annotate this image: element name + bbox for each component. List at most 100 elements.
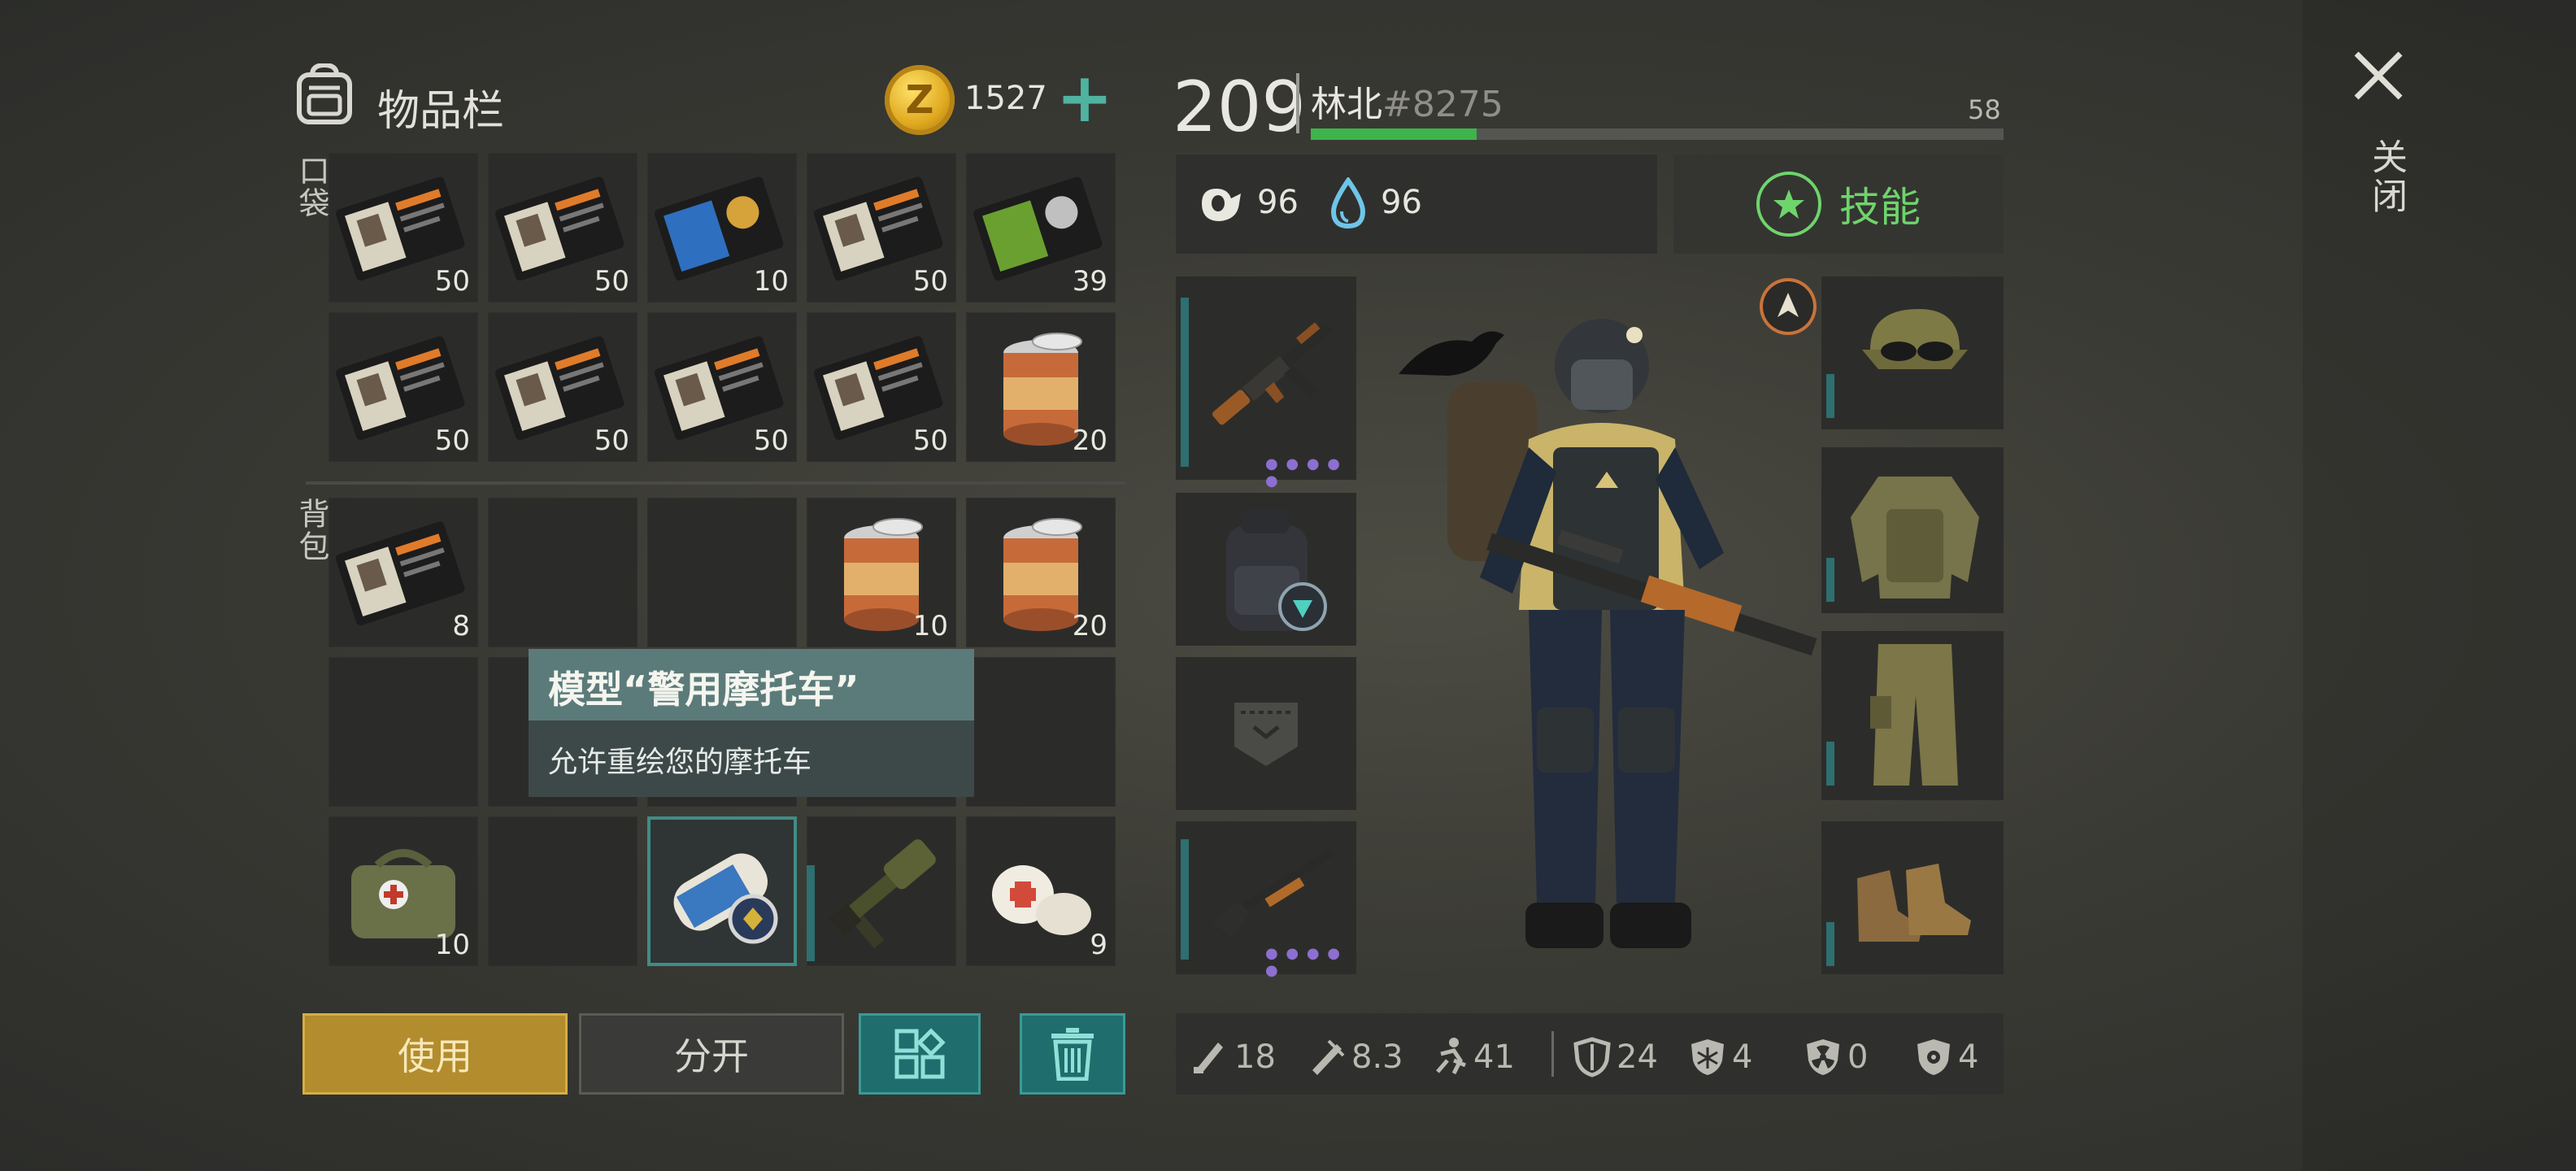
- stat-radiation-resist: 0: [1804, 1036, 1868, 1078]
- tooltip-header: 模型“警用摩托车”: [529, 649, 974, 720]
- stat-cold-resist: 4: [1688, 1036, 1752, 1078]
- durability-bar: [1181, 298, 1189, 467]
- stat-value: 4: [1732, 1038, 1753, 1076]
- backpack-slot[interactable]: 10: [807, 498, 956, 647]
- camo-cap-icon: [1862, 309, 1968, 369]
- item-quantity: 20: [1072, 424, 1107, 457]
- stat-infection-resist: 4: [1914, 1036, 1978, 1078]
- backpack-slot[interactable]: [966, 657, 1116, 807]
- camo-jacket-icon: [1851, 477, 1979, 599]
- player-level: 209: [1173, 67, 1307, 148]
- grid-sort-icon: [894, 1028, 946, 1079]
- equip-head-slot[interactable]: [1821, 276, 2004, 429]
- item-quantity: 8: [452, 610, 470, 642]
- pocket-slot[interactable]: 20: [966, 312, 1116, 462]
- pocket-slot[interactable]: 50: [807, 312, 956, 462]
- boots-icon: [1857, 864, 1971, 942]
- backpack-slot[interactable]: 10: [329, 816, 478, 966]
- stat-value: 8.3: [1351, 1038, 1403, 1076]
- item-quantity: 39: [1072, 265, 1107, 298]
- infection-resist-icon: [1917, 1039, 1950, 1075]
- inventory-title: 物品栏: [377, 87, 505, 136]
- item-quantity: 50: [594, 265, 629, 298]
- equip-secondary-weapon-slot[interactable]: ● ● ● ● ●: [1176, 821, 1356, 979]
- hunger-icon: [1202, 189, 1241, 221]
- coin-count: 1527: [964, 80, 1047, 117]
- pocket-slot[interactable]: 50: [329, 312, 478, 462]
- sort-button[interactable]: [859, 1013, 981, 1095]
- stat-speed: 41: [1429, 1036, 1515, 1078]
- item-quantity: 50: [594, 424, 629, 457]
- stat-value: 18: [1234, 1038, 1276, 1076]
- pocket-slot[interactable]: 50: [488, 153, 637, 303]
- backpack-slot[interactable]: 8: [329, 498, 478, 647]
- tactical-backpack-icon: [1226, 509, 1327, 631]
- backpack-slot[interactable]: [329, 657, 478, 807]
- pocket-slot[interactable]: 50: [807, 153, 956, 303]
- durability-bar: [807, 865, 815, 961]
- durability-bar: [1826, 558, 1834, 602]
- level-separator: [1296, 73, 1299, 133]
- backpack-label: 背包: [294, 498, 329, 563]
- split-button[interactable]: 分开: [579, 1013, 844, 1095]
- equip-body-slot[interactable]: [1821, 447, 2004, 613]
- crow: [1399, 331, 1504, 376]
- player-name-row: 林北#8275: [1311, 75, 1503, 127]
- equip-pocket-slot[interactable]: [1176, 657, 1356, 810]
- water-drop-icon: [1330, 177, 1366, 229]
- close-icon: [2354, 51, 2403, 100]
- pocket-slot[interactable]: 50: [647, 312, 797, 462]
- backpack-slot[interactable]: [807, 816, 956, 966]
- close-button[interactable]: [2350, 47, 2407, 104]
- item-quantity: 50: [912, 424, 948, 457]
- player-name: 林北: [1311, 84, 1382, 125]
- stat-armor: 24: [1573, 1036, 1658, 1078]
- use-button[interactable]: 使用: [302, 1013, 568, 1095]
- backpack-slot[interactable]: [647, 816, 797, 966]
- item-quantity: 50: [434, 424, 470, 457]
- add-coins-button[interactable]: +: [1049, 63, 1120, 132]
- backpack-slot[interactable]: 9: [966, 816, 1116, 966]
- pocket-slot[interactable]: 50: [488, 312, 637, 462]
- character-model: [1382, 285, 1838, 984]
- item-quantity: 50: [912, 265, 948, 298]
- item-quantity: 10: [434, 929, 470, 961]
- stat-value: 4: [1958, 1038, 1979, 1076]
- pocket-slot[interactable]: 39: [966, 153, 1116, 303]
- item-quantity: 50: [434, 265, 470, 298]
- equip-backpack-slot[interactable]: [1176, 493, 1356, 646]
- backpack-icon: [293, 62, 356, 125]
- speed-icon: [1436, 1038, 1466, 1075]
- backpack-slot[interactable]: [488, 816, 637, 966]
- close-label[interactable]: 关闭: [2360, 138, 2412, 216]
- xp-bar-fill: [1311, 128, 1477, 140]
- xp-bar: [1311, 128, 2004, 140]
- backpack-slot[interactable]: [647, 498, 797, 647]
- item-quantity: 50: [753, 424, 789, 457]
- item-quantity: 10: [912, 610, 948, 642]
- backpack-slot[interactable]: 20: [966, 498, 1116, 647]
- pocket-slot[interactable]: 50: [329, 153, 478, 303]
- equip-primary-weapon-slot[interactable]: ● ● ● ● ●: [1176, 276, 1356, 490]
- skills-label: 技能: [1839, 184, 1921, 231]
- backpack-slot[interactable]: [488, 498, 637, 647]
- equip-legs-slot[interactable]: [1821, 631, 2004, 800]
- pocket-slot[interactable]: 10: [647, 153, 797, 303]
- rank-badge-icon: [1763, 281, 1813, 332]
- ranged-damage-icon: [1312, 1039, 1345, 1075]
- durability-bar: [1181, 839, 1189, 960]
- hunger-value: 96: [1257, 184, 1299, 221]
- right-side-panel: [2303, 0, 2576, 1171]
- skills-button[interactable]: 技能: [1673, 155, 2004, 254]
- item-quantity: 10: [753, 265, 789, 298]
- vitals-panel: 96 96: [1176, 155, 1657, 254]
- stat-value: 24: [1617, 1038, 1658, 1076]
- rarity-dots: ● ● ● ● ●: [1265, 945, 1342, 979]
- trash-button[interactable]: [1020, 1013, 1125, 1095]
- shotgun-icon: [1212, 848, 1334, 939]
- durability-bar: [1826, 374, 1834, 418]
- xp-next-value: 58: [1968, 94, 2001, 125]
- coin-icon: Z: [885, 65, 955, 135]
- equip-feet-slot[interactable]: [1821, 821, 2004, 974]
- pocket-label: 口袋: [294, 155, 329, 220]
